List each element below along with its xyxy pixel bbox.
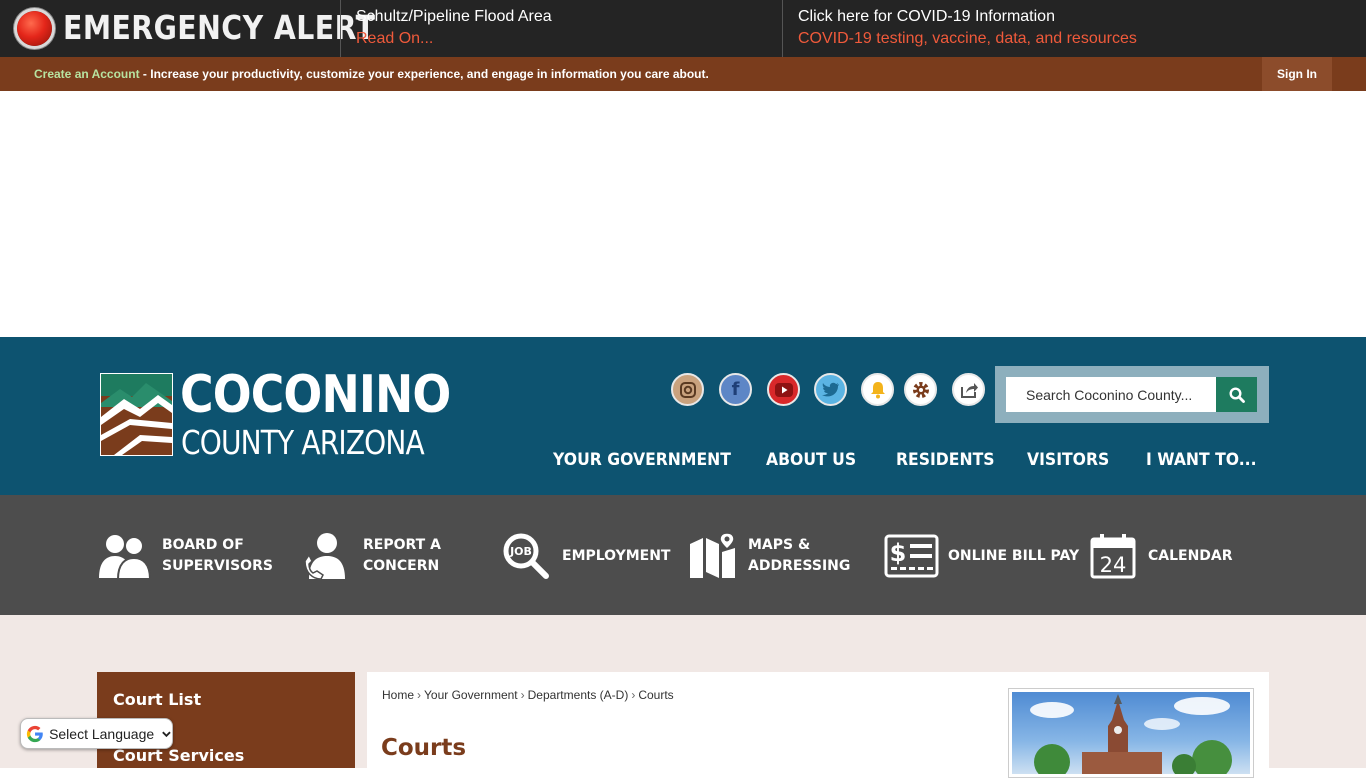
main-content: Home › Your Government › Departments (A-D) › C…: [367, 672, 1269, 778]
breadcrumb-separator: ›: [631, 688, 636, 702]
alert-item-flood[interactable]: Schultz/Pipeline Flood Area Read On...: [356, 7, 552, 51]
calendar-icon: 24: [1090, 534, 1136, 579]
search-icon: [1228, 386, 1245, 403]
breadcrumb-separator: ›: [417, 688, 422, 702]
svg-text:$: $: [890, 539, 907, 567]
quick-link-label[interactable]: ONLINE BILL PAY: [948, 546, 1079, 567]
create-account-link[interactable]: Create an Account: [34, 67, 140, 81]
nav-visitors[interactable]: VISITORS: [1027, 450, 1109, 470]
quick-link-label[interactable]: BOARD OF SUPERVISORS: [162, 535, 273, 577]
search-button[interactable]: [1216, 377, 1257, 412]
sidebar-item-court-list[interactable]: Court List: [113, 690, 201, 709]
page-title: Courts: [381, 735, 467, 761]
share-icon[interactable]: [952, 373, 985, 406]
svg-text:JOB: JOB: [509, 545, 532, 558]
site-header: COCONINO COUNTY ARIZONA f YOUR GOVERNMEN…: [0, 337, 1366, 495]
map-pin-icon: [690, 532, 735, 578]
notify-bell-icon[interactable]: [861, 373, 894, 406]
county-logo-icon[interactable]: [100, 373, 173, 456]
breadcrumb-departments[interactable]: Departments (A-D): [528, 688, 629, 702]
settings-gear-icon[interactable]: [904, 373, 937, 406]
nav-about-us[interactable]: ABOUT US: [766, 450, 856, 470]
quick-link-label[interactable]: EMPLOYMENT: [562, 546, 670, 567]
alert-light-icon: [17, 11, 52, 46]
sign-in-button[interactable]: Sign In: [1262, 57, 1332, 91]
quick-link-employment[interactable]: JOB EMPLOYMENT: [502, 531, 670, 581]
quick-link-board-of-supervisors[interactable]: BOARD OF SUPERVISORS: [98, 531, 273, 581]
chevron-down-icon: [162, 731, 171, 737]
alert-divider: [340, 0, 341, 57]
courthouse-image-icon: [1030, 694, 1232, 774]
breadcrumb-home[interactable]: Home: [382, 688, 414, 702]
quick-link-label[interactable]: REPORT A CONCERN: [363, 535, 441, 577]
twitter-icon[interactable]: [814, 373, 847, 406]
translate-label: Select Language: [49, 725, 155, 742]
instagram-icon[interactable]: [671, 373, 704, 406]
alert-divider: [782, 0, 783, 57]
breadcrumb-your-government[interactable]: Your Government: [424, 688, 518, 702]
nav-residents[interactable]: RESIDENTS: [896, 450, 995, 470]
breadcrumb-courts[interactable]: Courts: [638, 688, 673, 702]
account-bar: Create an Account - Increase your produc…: [0, 57, 1366, 91]
logo-subtitle[interactable]: COUNTY ARIZONA: [181, 423, 425, 462]
youtube-icon[interactable]: [767, 373, 800, 406]
translate-select[interactable]: Select Language: [20, 718, 173, 749]
quick-links-bar: BOARD OF SUPERVISORS REPORT A CONCERN JO…: [0, 495, 1366, 615]
alert-headline[interactable]: Schultz/Pipeline Flood Area: [356, 7, 552, 27]
bill-icon: $: [884, 534, 939, 578]
calendar-day: 24: [1100, 553, 1127, 577]
courthouse-photo: [1008, 688, 1254, 778]
people-icon: [99, 535, 152, 580]
alert-headline[interactable]: Click here for COVID-19 Information: [798, 7, 1137, 27]
alert-link[interactable]: COVID-19 testing, vaccine, data, and res…: [798, 27, 1137, 51]
emergency-alert-bar: EMERGENCY ALERT Schultz/Pipeline Flood A…: [0, 0, 1366, 57]
facebook-icon[interactable]: f: [719, 373, 752, 406]
quick-link-online-bill-pay[interactable]: $ ONLINE BILL PAY: [884, 531, 1079, 581]
breadcrumb-separator: ›: [520, 688, 525, 702]
nav-i-want-to[interactable]: I WANT TO...: [1146, 450, 1257, 470]
account-description: - Increase your productivity, customize …: [139, 67, 709, 81]
quick-link-report-concern[interactable]: REPORT A CONCERN: [303, 531, 441, 581]
alert-title: EMERGENCY ALERT: [63, 8, 376, 47]
alert-item-covid[interactable]: Click here for COVID-19 Information COVI…: [798, 7, 1137, 51]
person-phone-icon: [304, 533, 345, 580]
quick-link-maps-addressing[interactable]: MAPS & ADDRESSING: [689, 531, 850, 581]
google-g-icon: [26, 725, 43, 742]
logo-title[interactable]: COCONINO: [180, 365, 451, 425]
banner-area: [0, 91, 1366, 337]
nav-your-government[interactable]: YOUR GOVERNMENT: [553, 450, 731, 470]
alert-link[interactable]: Read On...: [356, 27, 552, 51]
breadcrumb: Home › Your Government › Departments (A-D) › C…: [382, 688, 674, 702]
account-message: Create an Account - Increase your produc…: [34, 67, 709, 81]
quick-link-label[interactable]: CALENDAR: [1148, 546, 1233, 567]
search-box: [995, 366, 1269, 423]
search-input[interactable]: [1006, 377, 1217, 412]
quick-link-label[interactable]: MAPS & ADDRESSING: [748, 535, 850, 577]
quick-link-calendar[interactable]: 24 CALENDAR: [1090, 531, 1233, 581]
job-search-icon: JOB: [503, 533, 549, 579]
